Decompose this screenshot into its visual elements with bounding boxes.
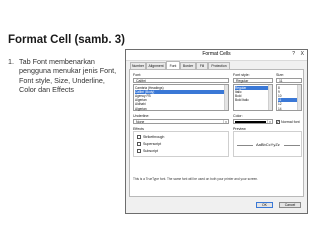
strikethrough-checkbox[interactable] <box>137 135 141 139</box>
size-list-scrollbar[interactable] <box>297 85 301 110</box>
tab-alignment[interactable]: Alignment <box>146 62 166 69</box>
cancel-button[interactable]: Cancel <box>279 202 301 208</box>
superscript-checkbox[interactable] <box>137 142 141 146</box>
font-style-input[interactable]: Regular <box>233 78 273 83</box>
bullet-text: Tab Font membenarkan pengguna menukar je… <box>19 57 117 95</box>
font-style-scrollbar[interactable] <box>268 85 272 110</box>
help-button[interactable]: ? <box>292 51 295 57</box>
underline-value: None <box>136 120 145 124</box>
subscript-label: Subscript <box>143 148 158 153</box>
size-list[interactable]: 8 9 10 11 12 14 <box>276 84 302 111</box>
preview-box: AaBbCcYyZz <box>233 131 302 157</box>
color-label: Color: <box>233 114 243 118</box>
font-style-list[interactable]: Regular Italic Bold Bold Italic <box>233 84 273 111</box>
slide-title: Format Cell (samb. 3) <box>8 34 125 46</box>
font-list-scrollbar[interactable] <box>224 85 228 110</box>
tab-fill[interactable]: Fill <box>196 62 208 69</box>
chevron-down-icon[interactable]: ▾ <box>267 120 272 124</box>
subscript-checkbox[interactable] <box>137 149 141 153</box>
font-input[interactable]: Calibri <box>133 78 229 83</box>
normal-font-label: Normal font <box>281 119 300 124</box>
normal-font-checkbox[interactable] <box>276 120 280 124</box>
underline-select[interactable]: None ▾ <box>133 119 229 124</box>
close-button[interactable]: X <box>301 51 304 57</box>
font-style-label: Font style: <box>233 73 250 77</box>
font-label: Font: <box>133 73 142 77</box>
preview-line-right <box>284 145 300 146</box>
font-tab-panel: Font: Calibri Cambria (Headings) Calibri… <box>129 69 304 197</box>
font-style-item[interactable]: Bold Italic <box>235 98 268 102</box>
tab-border[interactable]: Border <box>180 62 196 69</box>
color-picker[interactable]: ▾ <box>233 119 273 124</box>
strikethrough-label: Strikethrough <box>143 134 165 139</box>
size-input[interactable]: 11 <box>276 78 302 83</box>
size-item[interactable]: 14 <box>278 107 297 111</box>
preview-text: AaBbCcYyZz <box>256 142 280 147</box>
truetype-note: This is a TrueType font. The same font w… <box>133 177 259 181</box>
font-list-item[interactable]: Algerian <box>135 107 224 111</box>
tab-protection[interactable]: Protection <box>208 62 230 69</box>
color-swatch <box>235 121 266 123</box>
effects-group: Strikethrough Superscript Subscript <box>133 131 229 157</box>
tab-number[interactable]: Number <box>130 62 146 69</box>
preview-line-left <box>237 145 253 146</box>
format-cells-dialog: Format Cells ? X Number Alignment Font B… <box>125 49 308 214</box>
ok-button[interactable]: OK <box>256 202 273 208</box>
bullet-number: 1. <box>8 57 14 66</box>
underline-label: Underline: <box>133 114 150 118</box>
size-label: Size: <box>276 73 284 77</box>
superscript-label: Superscript <box>143 141 162 146</box>
dialog-titlebar: Format Cells ? X <box>126 50 307 61</box>
font-list[interactable]: Cambria (Headings) Calibri (Body) Agency… <box>133 84 229 111</box>
chevron-down-icon[interactable]: ▾ <box>223 120 228 124</box>
dialog-title: Format Cells <box>202 51 231 57</box>
